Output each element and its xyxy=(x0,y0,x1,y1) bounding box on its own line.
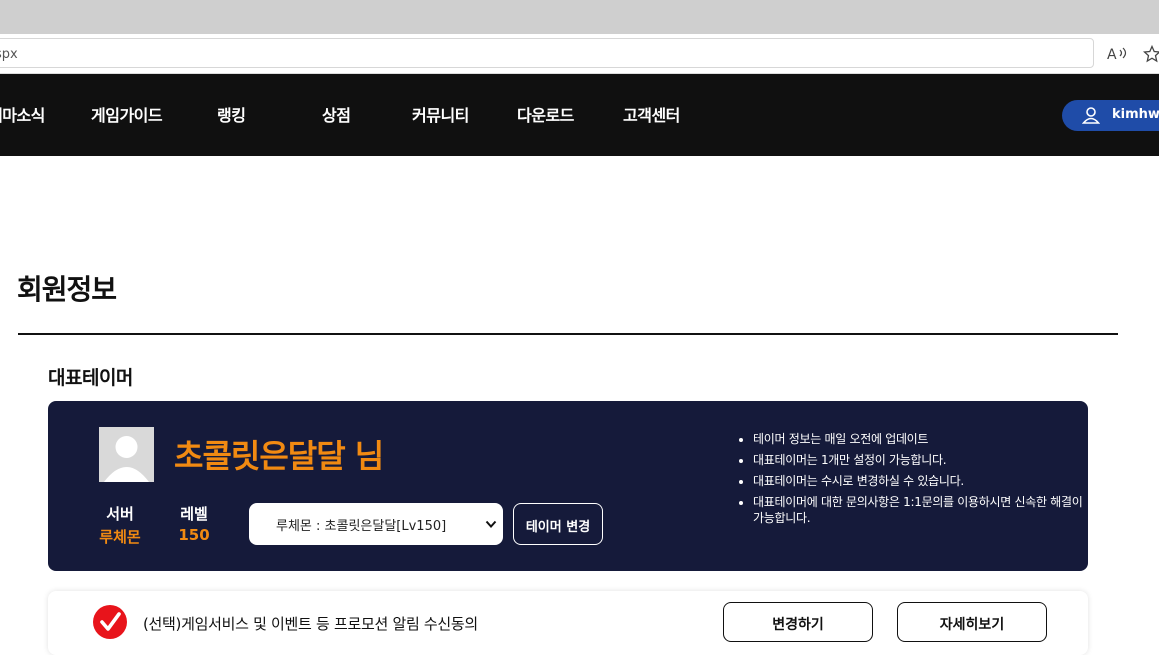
nav-item-community[interactable]: 커뮤니티 xyxy=(412,102,469,126)
character-select[interactable]: 루체몬 : 초콜릿은달달[Lv150] xyxy=(249,503,503,545)
note-item: 대표테이머는 수시로 변경하실 수 있습니다. xyxy=(753,473,1083,489)
nav-item-ranking[interactable]: 랭킹 xyxy=(217,102,246,126)
favorite-star-icon[interactable] xyxy=(1143,45,1159,63)
note-item: 테이머 정보는 매일 오전에 업데이트 xyxy=(753,431,1083,447)
server-label: 서버 xyxy=(106,505,134,523)
avatar xyxy=(99,427,154,482)
default-avatar-icon xyxy=(99,427,154,482)
tamer-notes-list: 테이머 정보는 매일 오전에 업데이트 대표테이머는 1개만 설정이 가능합니다… xyxy=(736,431,1083,531)
character-select-value: 루체몬 : 초콜릿은달달[Lv150] xyxy=(276,519,447,534)
title-divider xyxy=(18,333,1118,335)
nav-item-support[interactable]: 고객센터 xyxy=(623,102,680,126)
user-account-button[interactable]: kimhwa xyxy=(1062,100,1159,131)
view-details-button[interactable]: 자세히보기 xyxy=(897,602,1047,642)
promotion-consent-row: (선택)게임서비스 및 이벤트 등 프로모션 알림 수신동의 변경하기 자세히보… xyxy=(48,591,1088,655)
representative-tamer-card: 초콜릿은달달 님 서버 루체몬 레벨 150 루체몬 : 초콜릿은달달[Lv15… xyxy=(48,401,1088,571)
change-tamer-label: 테이머 변경 xyxy=(525,520,591,535)
user-icon xyxy=(1082,107,1100,124)
read-aloud-icon[interactable]: A xyxy=(1106,45,1128,63)
nav-item-shop[interactable]: 상점 xyxy=(322,102,351,126)
server-value: 루체몬 xyxy=(99,528,141,546)
nav-item-game-guide[interactable]: 게임가이드 xyxy=(91,102,163,126)
svg-text:A: A xyxy=(1107,47,1117,63)
user-name: kimhwa xyxy=(1112,107,1159,122)
check-icon[interactable] xyxy=(92,604,128,640)
url-text: spx xyxy=(0,47,18,62)
site-nav-bar: 테마소식 게임가이드 랭킹 상점 커뮤니티 다운로드 고객센터 kimhwa xyxy=(0,74,1159,156)
note-item: 대표테이머에 대한 문의사항은 1:1문의를 이용하시면 신속한 해결이 가능합… xyxy=(753,494,1083,526)
nav-item-download[interactable]: 다운로드 xyxy=(517,102,574,126)
change-consent-button[interactable]: 변경하기 xyxy=(723,602,873,642)
change-tamer-button[interactable]: 테이머 변경 xyxy=(513,503,603,545)
note-item: 대표테이머는 1개만 설정이 가능합니다. xyxy=(753,452,1083,468)
nav-item-news[interactable]: 테마소식 xyxy=(0,102,45,126)
url-field[interactable]: spx xyxy=(0,38,1094,68)
browser-tab-strip xyxy=(0,0,1159,34)
chevron-down-icon xyxy=(485,520,497,528)
change-consent-label: 변경하기 xyxy=(772,617,824,633)
view-details-label: 자세히보기 xyxy=(939,617,1005,633)
consent-label: (선택)게임서비스 및 이벤트 등 프로모션 알림 수신동의 xyxy=(143,615,478,633)
browser-address-bar: spx A xyxy=(0,34,1159,74)
section-title: 대표테이머 xyxy=(48,367,133,389)
level-value: 150 xyxy=(178,526,210,544)
character-name: 초콜릿은달달 님 xyxy=(174,437,384,475)
level-label: 레벨 xyxy=(180,505,208,523)
page-title: 회원정보 xyxy=(17,273,117,306)
